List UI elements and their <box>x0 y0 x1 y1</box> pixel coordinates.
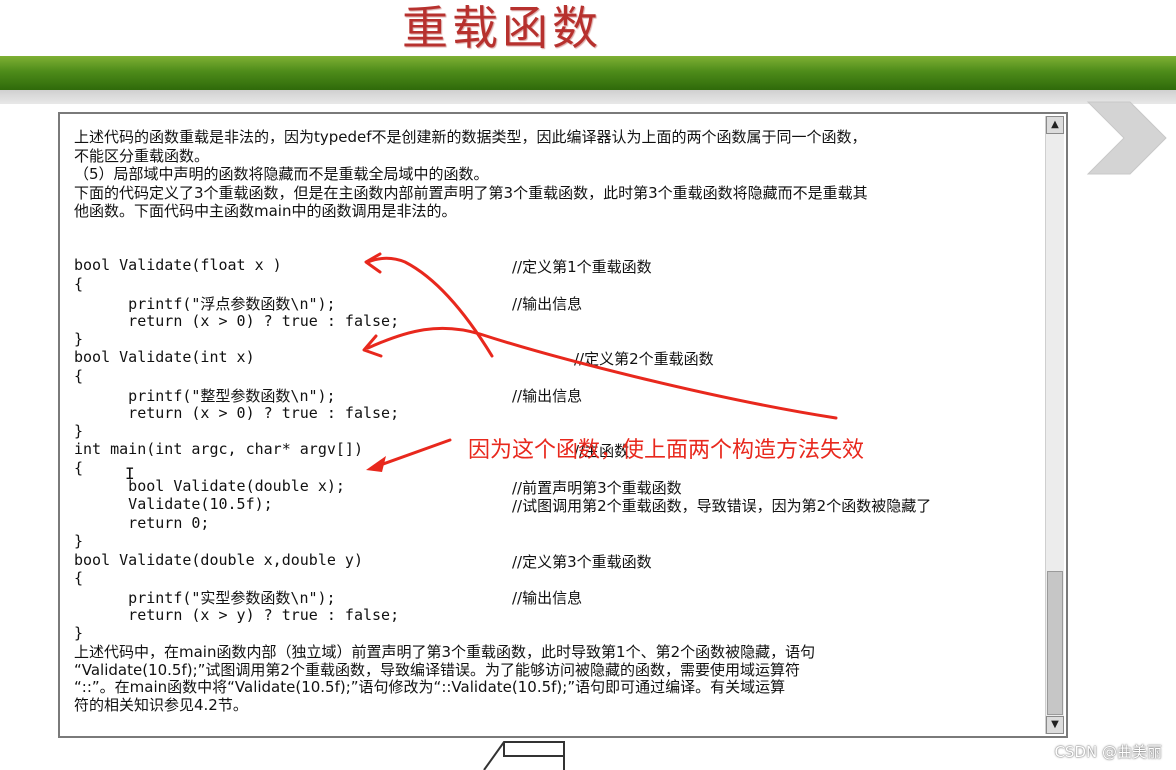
code-line: } <box>74 330 1064 348</box>
code-text: return 0; <box>74 513 210 532</box>
code-text: Validate(10.5f); <box>74 495 273 514</box>
code-text: } <box>74 532 84 551</box>
outro-paragraph: 上述代码中，在main函数内部（独立域）前置声明了第3个重载函数，此时导致第1个… <box>74 643 1049 714</box>
code-line: bool Validate(double x);//前置声明第3个重载函数 <box>74 477 1064 497</box>
annotation-note: 因为这个函数，使上面两个构造方法失效 <box>468 438 865 463</box>
code-text: return (x > 0) ? true : false; <box>74 311 400 330</box>
code-line: printf("实型参数函数\n");//输出信息 <box>74 587 1064 607</box>
code-text: bool Validate(double x,double y) <box>74 550 363 569</box>
outro-line: 上述代码中，在main函数内部（独立域）前置声明了第3个重载函数，此时导致第1个… <box>74 643 816 661</box>
code-text: return (x > y) ? true : false; <box>74 605 400 624</box>
outro-line: 符的相关知识参见4.2节。 <box>74 695 248 714</box>
code-line: Validate(10.5f);//试图调用第2个重载函数，导致错误，因为第2个… <box>74 495 1064 515</box>
header-green-bar <box>0 56 1176 90</box>
intro-line: （5）局部域中声明的函数将隐藏而不是重载全局域中的函数。 <box>74 165 489 183</box>
code-text: { <box>74 458 84 477</box>
code-text: { <box>74 569 84 588</box>
intro-line: 不能区分重载函数。 <box>74 146 210 165</box>
intro-line: 他函数。下面代码中主函数main中的函数调用是非法的。 <box>74 202 457 220</box>
outro-line: “::”。在main函数中将“Validate(10.5f);”语句修改为“::… <box>74 678 786 696</box>
intro-paragraph: 上述代码的函数重载是非法的，因为typedef不是创建新的数据类型，因此编译器认… <box>74 128 1044 221</box>
text-cursor-icon: I <box>125 464 135 483</box>
code-text: bool Validate(double x); <box>74 477 345 496</box>
slide-title: 重载函数 <box>402 1 602 55</box>
document-viewer[interactable]: 上述代码的函数重载是非法的，因为typedef不是创建新的数据类型，因此编译器认… <box>58 112 1068 738</box>
bottom-arrow-shape-icon <box>483 741 565 770</box>
code-text: { <box>74 366 84 385</box>
code-text: return (x > 0) ? true : false; <box>74 403 400 422</box>
scroll-down-button[interactable]: ▼ <box>1046 716 1064 734</box>
code-text: bool Validate(float x ) <box>74 256 282 275</box>
code-text: { <box>74 274 84 293</box>
code-line: { <box>74 275 1064 293</box>
decorative-chevron-icon <box>1086 101 1167 175</box>
intro-line: 上述代码的函数重载是非法的，因为typedef不是创建新的数据类型，因此编译器认… <box>74 128 867 146</box>
intro-line: 下面的代码定义了3个重载函数，但是在主函数内部前置声明了第3个重载函数，此时第3… <box>74 183 868 202</box>
code-line: printf("浮点参数函数\n");//输出信息 <box>74 293 1064 313</box>
code-line: return (x > 0) ? true : false; <box>74 404 1064 422</box>
header-gray-bar <box>0 90 1176 104</box>
outro-line: “Validate(10.5f);”试图调用第2个重载函数，导致编译错误。为了能… <box>74 660 800 679</box>
code-line: { <box>74 569 1064 587</box>
code-line: } <box>74 624 1064 642</box>
vertical-scrollbar[interactable]: ▲ ▼ <box>1045 116 1064 734</box>
scroll-thumb[interactable] <box>1047 571 1063 715</box>
scroll-up-button[interactable]: ▲ <box>1046 116 1064 134</box>
code-line: bool Validate(float x )//定义第1个重载函数 <box>74 256 1064 276</box>
code-line: { <box>74 367 1064 385</box>
code-text: } <box>74 329 84 348</box>
code-line: bool Validate(double x,double y)//定义第3个重… <box>74 550 1064 571</box>
code-line: bool Validate(int x)//定义第2个重载函数 <box>74 348 1064 368</box>
code-line: } <box>74 532 1064 550</box>
code-text: bool Validate(int x) <box>74 348 255 367</box>
code-line: printf("整型参数函数\n");//输出信息 <box>74 385 1064 405</box>
code-text: int main(int argc, char* argv[]) <box>74 440 363 459</box>
code-text: } <box>74 624 84 643</box>
code-line: return 0; <box>74 514 1064 532</box>
watermark: CSDN @曲美丽 <box>1054 743 1162 761</box>
code-line: return (x > 0) ? true : false; <box>74 312 1064 330</box>
code-line: return (x > y) ? true : false; <box>74 606 1064 624</box>
code-text: } <box>74 421 84 440</box>
